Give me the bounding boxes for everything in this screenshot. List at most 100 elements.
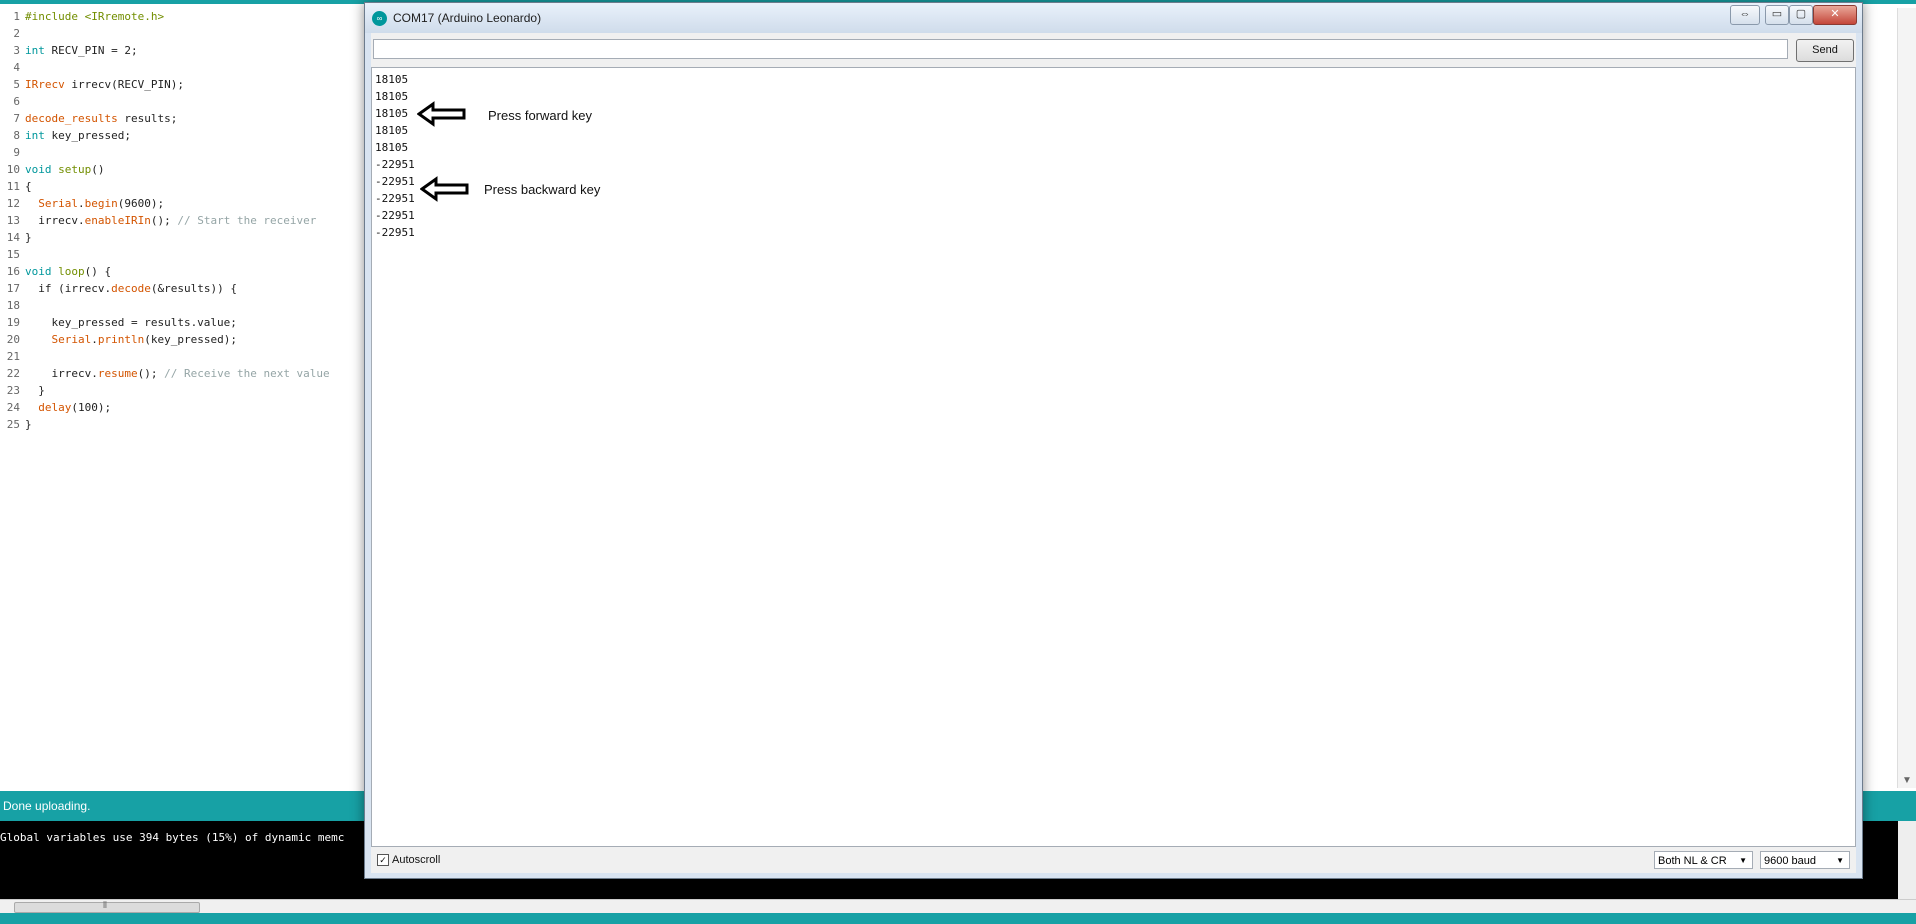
serial-output-line: 18105 bbox=[375, 107, 409, 120]
code-line[interactable]: int key_pressed; bbox=[25, 127, 330, 144]
line-number: 14 bbox=[6, 231, 20, 244]
code-token: (&results)) { bbox=[150, 282, 237, 295]
code-line[interactable] bbox=[25, 59, 330, 76]
line-number: 7 bbox=[13, 112, 20, 125]
code-line[interactable]: int RECV_PIN = 2; bbox=[25, 42, 330, 59]
monitor-bottom-bar: ✓ Autoscroll Both NL & CR ▼ 9600 baud ▼ bbox=[371, 849, 1856, 873]
code-line[interactable]: void loop() { bbox=[25, 263, 330, 280]
monitor-client-area: Send 18105 18105 18105 18105 18105 -22951 -229… bbox=[371, 33, 1856, 873]
scroll-down-arrow-icon[interactable]: ▼ bbox=[1902, 775, 1912, 786]
code-line[interactable]: Serial.begin(9600); bbox=[25, 195, 330, 212]
chevron-down-icon: ▼ bbox=[1739, 856, 1747, 865]
code-line[interactable]: Serial.println(key_pressed); bbox=[25, 331, 330, 348]
serial-output-line: 18105 bbox=[375, 141, 409, 154]
console-text: Global variables use 394 bytes (15%) of … bbox=[0, 831, 345, 844]
code-content[interactable]: #include <IRremote.h> int RECV_PIN = 2; IR… bbox=[25, 8, 330, 433]
autoscroll-control[interactable]: ✓ Autoscroll bbox=[377, 854, 441, 867]
forward-arrow-icon bbox=[417, 101, 466, 127]
code-token: (100); bbox=[71, 401, 112, 414]
code-token: println bbox=[97, 333, 145, 346]
code-token: setup bbox=[58, 163, 92, 176]
code-line[interactable]: } bbox=[25, 382, 330, 399]
console-vertical-scrollbar[interactable] bbox=[1898, 821, 1916, 899]
code-line[interactable] bbox=[25, 25, 330, 42]
send-button[interactable]: Send bbox=[1796, 39, 1854, 62]
minimize-button[interactable]: ▭ bbox=[1765, 5, 1789, 25]
code-line[interactable]: if (irrecv.decode(&results)) { bbox=[25, 280, 330, 297]
grip-icon: ⦀ bbox=[103, 900, 107, 910]
code-line[interactable]: key_pressed = results.value; bbox=[25, 314, 330, 331]
editor-vertical-scrollbar[interactable]: ▼ bbox=[1897, 8, 1916, 788]
code-token: . bbox=[91, 333, 98, 346]
code-token: Serial bbox=[51, 333, 92, 346]
code-token: key_pressed; bbox=[44, 129, 131, 142]
code-token: irrecv. bbox=[25, 367, 98, 380]
code-line[interactable] bbox=[25, 297, 330, 314]
code-token: key_pressed = results.value; bbox=[25, 316, 237, 329]
serial-output-lines: 18105 18105 18105 18105 18105 -22951 -22951 -22… bbox=[375, 71, 415, 241]
code-line[interactable] bbox=[25, 348, 330, 365]
line-number: 24 bbox=[6, 401, 20, 414]
restore-icon[interactable]: ⇔ bbox=[1730, 5, 1760, 25]
code-line[interactable]: } bbox=[25, 229, 330, 246]
code-line[interactable]: irrecv.resume(); // Receive the next val… bbox=[25, 365, 329, 382]
code-line[interactable]: void setup() bbox=[25, 161, 330, 178]
line-number: 6 bbox=[13, 95, 20, 108]
serial-output[interactable]: 18105 18105 18105 18105 18105 -22951 -22951 -22… bbox=[371, 67, 1856, 847]
close-button[interactable]: ✕ bbox=[1813, 5, 1857, 25]
code-line[interactable]: { bbox=[25, 178, 330, 195]
line-ending-value: Both NL & CR bbox=[1658, 855, 1727, 867]
line-number: 19 bbox=[6, 316, 20, 329]
serial-output-line: -22951 bbox=[375, 226, 415, 239]
line-number: 11 bbox=[6, 180, 20, 193]
baud-rate-select[interactable]: 9600 baud ▼ bbox=[1760, 851, 1850, 869]
code-token: (); bbox=[137, 367, 165, 380]
code-line[interactable]: decode_results results; bbox=[25, 110, 330, 127]
serial-output-line: 18105 bbox=[375, 124, 409, 137]
maximize-button[interactable]: ▢ bbox=[1789, 5, 1813, 25]
window-titlebar[interactable]: ∞ COM17 (Arduino Leonardo) ⇔ ▭ ▢ ✕ bbox=[365, 3, 1862, 33]
autoscroll-checkbox[interactable]: ✓ bbox=[377, 854, 389, 867]
serial-output-line: -22951 bbox=[375, 158, 415, 171]
send-input[interactable] bbox=[373, 39, 1788, 59]
serial-output-line: -22951 bbox=[375, 209, 415, 222]
code-token: delay bbox=[38, 401, 72, 414]
code-token: (); bbox=[150, 214, 178, 227]
code-token: } bbox=[25, 231, 32, 244]
code-token: #include <IRremote.h> bbox=[25, 10, 165, 23]
code-token: } bbox=[25, 418, 32, 431]
code-token: enableIRIn bbox=[84, 214, 151, 227]
line-number: 21 bbox=[6, 350, 20, 363]
code-token: resume bbox=[97, 367, 138, 380]
code-line[interactable]: #include <IRremote.h> bbox=[25, 8, 330, 25]
code-token: irrecv(RECV_PIN); bbox=[64, 78, 184, 91]
code-line[interactable] bbox=[25, 144, 330, 161]
backward-arrow-icon bbox=[420, 176, 469, 202]
code-line[interactable] bbox=[25, 246, 330, 263]
arduino-icon: ∞ bbox=[372, 11, 387, 26]
code-token: int bbox=[25, 129, 45, 142]
line-number: 13 bbox=[6, 214, 20, 227]
code-line[interactable]: delay(100); bbox=[25, 399, 330, 416]
line-number: 9 bbox=[13, 146, 20, 159]
horizontal-scrollbar[interactable]: ⦀ bbox=[0, 899, 1916, 914]
status-text: Done uploading. bbox=[3, 799, 91, 813]
code-line[interactable]: irrecv.enableIRIn(); // Start the receiv… bbox=[25, 212, 330, 229]
line-number: 4 bbox=[13, 61, 20, 74]
serial-output-line: -22951 bbox=[375, 192, 415, 205]
line-number: 5 bbox=[13, 78, 20, 91]
line-number-gutter: 1 2 3 4 5 6 7 8 9 10 11 12 13 14 15 16 17 18 19 20 21 22 23 24 2… bbox=[0, 8, 20, 433]
line-number: 25 bbox=[6, 418, 20, 431]
scrollbar-thumb[interactable]: ⦀ bbox=[14, 900, 200, 913]
code-token: int bbox=[25, 44, 45, 57]
autoscroll-label: Autoscroll bbox=[392, 854, 441, 866]
line-number: 8 bbox=[13, 129, 20, 142]
line-number: 2 bbox=[13, 27, 20, 40]
code-line[interactable]: } bbox=[25, 416, 330, 433]
code-token: void bbox=[25, 265, 52, 278]
code-line[interactable]: IRrecv irrecv(RECV_PIN); bbox=[25, 76, 330, 93]
line-ending-select[interactable]: Both NL & CR ▼ bbox=[1654, 851, 1753, 869]
code-line[interactable] bbox=[25, 93, 330, 110]
